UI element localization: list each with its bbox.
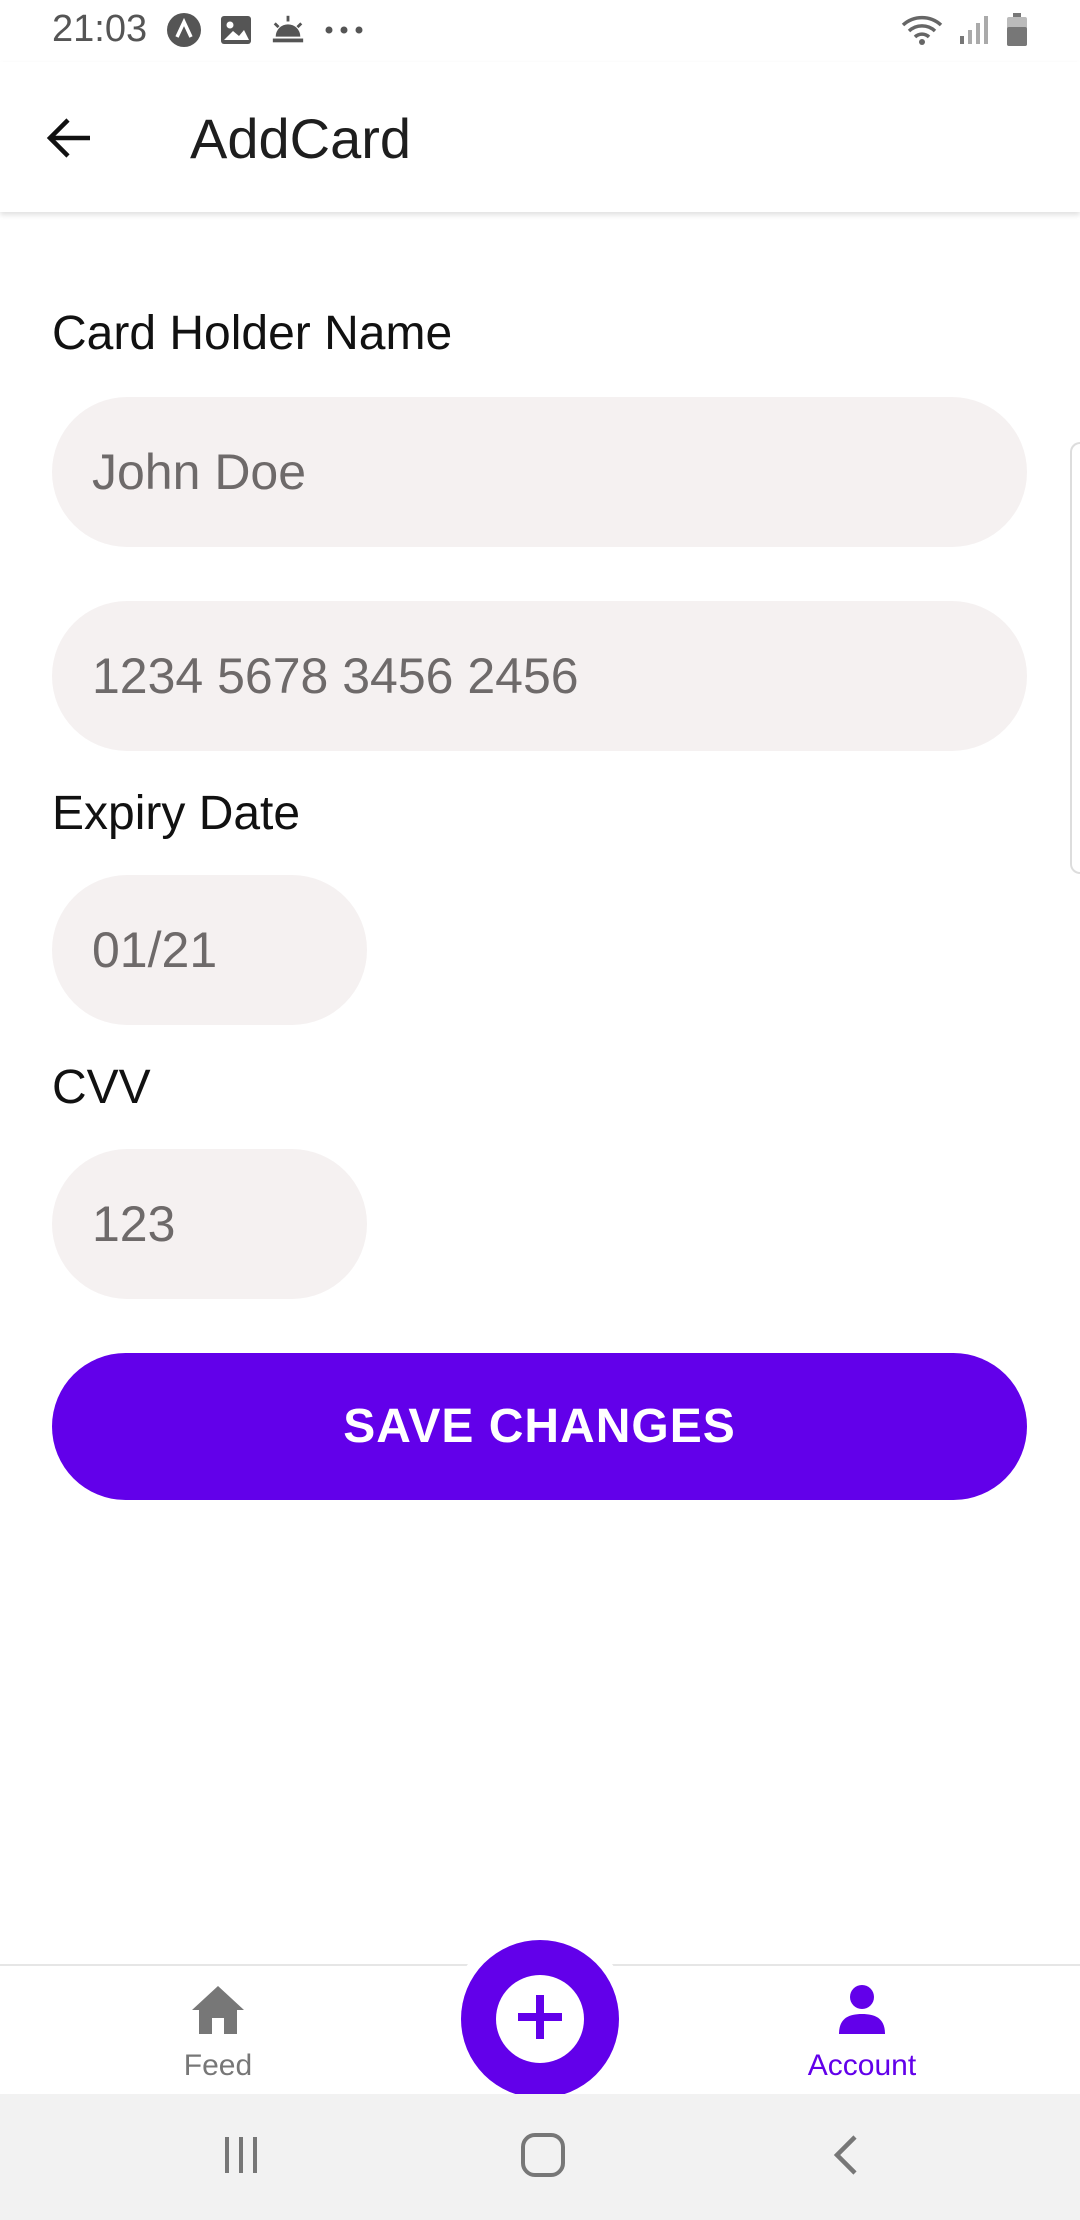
back-chevron-icon xyxy=(831,2133,861,2182)
nav-arrow-icon xyxy=(166,12,202,48)
expiry-date-label: Expiry Date xyxy=(52,787,301,840)
nav-item-account[interactable]: Account xyxy=(732,1984,992,2094)
home-circle-icon xyxy=(520,2132,566,2183)
page-title: AddCard xyxy=(190,107,412,170)
person-icon xyxy=(837,1984,887,2041)
status-notification-icons xyxy=(166,12,366,48)
weather-icon xyxy=(270,12,306,48)
signal-icon xyxy=(956,12,992,48)
status-bar: 21:03 xyxy=(0,0,1080,62)
home-icon xyxy=(190,1984,246,2041)
nav-label-account: Account xyxy=(807,2049,917,2082)
card-holder-label: Card Holder Name xyxy=(52,307,453,360)
expiry-date-input[interactable] xyxy=(52,875,367,1025)
app-bar: AddCard xyxy=(0,62,1080,212)
scroll-edge-indicator xyxy=(1070,442,1080,874)
card-number-input[interactable] xyxy=(52,601,1027,751)
nav-label-feed: Feed xyxy=(183,2049,253,2082)
wifi-icon xyxy=(900,12,944,48)
recents-icon xyxy=(221,2135,261,2180)
add-fab-button[interactable] xyxy=(461,1940,619,2098)
status-system-icons xyxy=(900,12,1030,48)
nav-item-feed[interactable]: Feed xyxy=(88,1984,348,2094)
system-nav-bar xyxy=(0,2094,1080,2220)
plus-icon xyxy=(516,1993,564,2046)
status-time: 21:03 xyxy=(52,8,148,50)
fab-inner-circle xyxy=(496,1975,584,2063)
arrow-back-icon xyxy=(46,116,94,165)
save-changes-button[interactable]: SAVE CHANGES xyxy=(52,1353,1027,1500)
cvv-input[interactable] xyxy=(52,1149,367,1299)
cvv-label: CVV xyxy=(52,1061,151,1114)
image-icon xyxy=(218,12,254,48)
home-button[interactable] xyxy=(503,2122,583,2192)
back-nav-button[interactable] xyxy=(806,2122,886,2192)
more-dots-icon xyxy=(322,12,366,48)
battery-icon xyxy=(1004,12,1030,48)
back-button[interactable] xyxy=(30,100,110,180)
card-holder-input[interactable] xyxy=(52,397,1027,547)
recents-button[interactable] xyxy=(201,2122,281,2192)
